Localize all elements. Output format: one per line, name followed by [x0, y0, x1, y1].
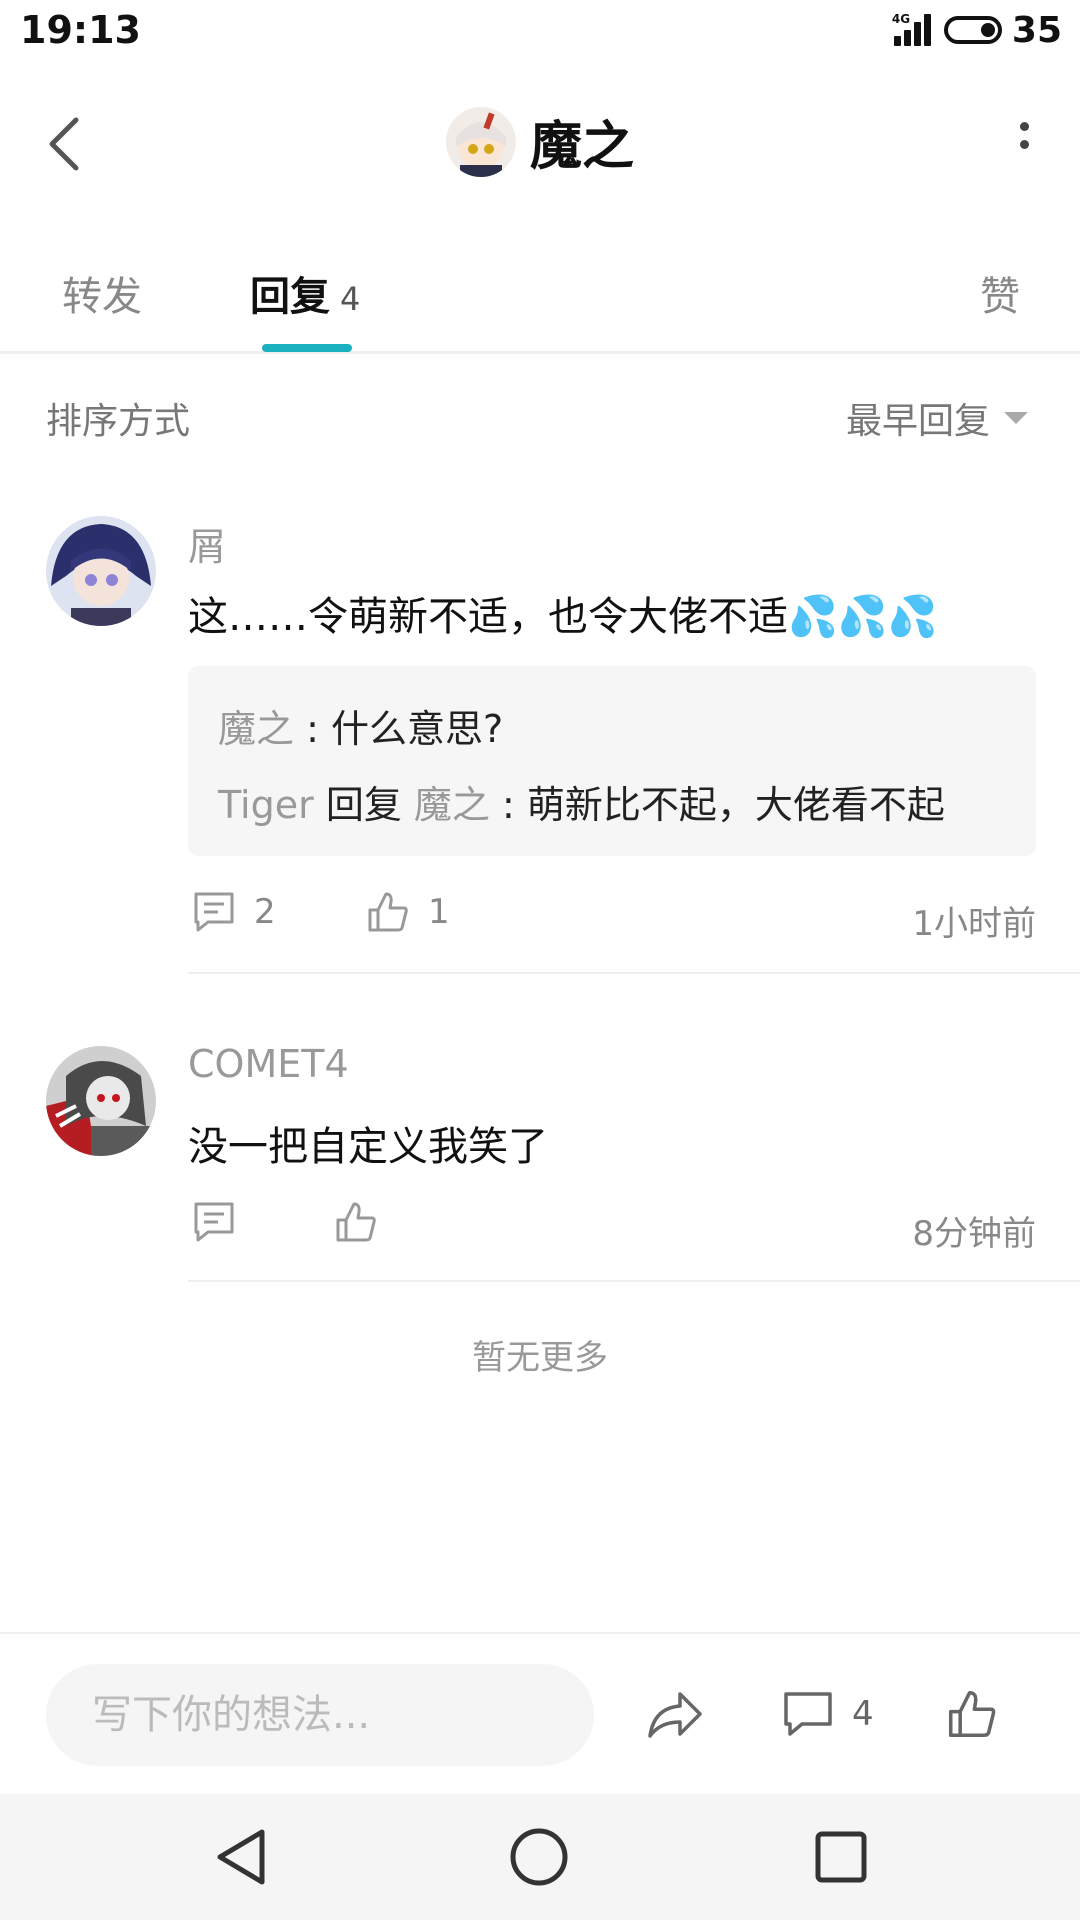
divider — [188, 1280, 1080, 1282]
tab-reply[interactable]: 回复 4 — [250, 264, 360, 322]
reply-separator: : — [294, 707, 331, 751]
like-count: 1 — [428, 892, 450, 932]
reply-button[interactable]: 2 — [192, 890, 276, 934]
reply-line: Tiger 回复 魔之 : 萌新比不起，大佬看不起 — [218, 774, 945, 829]
comment-actions: 8分钟前 — [188, 1200, 1036, 1260]
status-bar: 19:13 4G 35 — [0, 0, 1080, 60]
tab-bar: 转发 回复 4 赞 — [0, 230, 1080, 354]
tab-label: 赞 — [980, 274, 1020, 320]
thumbs-up-icon — [948, 1690, 996, 1738]
circle-home-icon — [510, 1828, 568, 1886]
sort-label: 排序方式 — [46, 401, 191, 442]
header: 魔之 — [0, 60, 1080, 230]
share-arrow-icon — [648, 1692, 702, 1738]
reply-user[interactable]: 魔之 — [218, 707, 294, 751]
comment-count: 4 — [852, 1694, 874, 1734]
share-button[interactable] — [646, 1688, 704, 1740]
more-options-button[interactable] — [1014, 122, 1034, 166]
author-avatar[interactable] — [445, 106, 516, 177]
dot — [1019, 140, 1029, 149]
nav-recents-button[interactable] — [808, 1824, 874, 1890]
reply-button[interactable] — [192, 1200, 254, 1244]
like-button[interactable]: 1 — [366, 890, 450, 934]
comment-item: 屑 这……令萌新不适，也令大佬不适💦💦💦 魔之 : 什么意思? Tiger 回复… — [0, 476, 1080, 976]
square-recents-icon — [815, 1831, 867, 1883]
reply-count: 2 — [254, 892, 276, 932]
avatar[interactable] — [46, 516, 156, 626]
reply-preview[interactable]: 魔之 : 什么意思? Tiger 回复 魔之 : 萌新比不起，大佬看不起 — [188, 666, 1036, 856]
signal-icon: 4G — [890, 10, 936, 50]
no-more-label: 暂无更多 — [472, 1338, 608, 1378]
battery-level: 35 — [1011, 9, 1062, 51]
system-nav-bar — [0, 1794, 1080, 1920]
triangle-back-icon — [217, 1829, 265, 1885]
battery-icon — [943, 16, 1002, 44]
comment-time: 1小时前 — [912, 904, 1036, 944]
bottom-action-bar: 4 — [0, 1632, 1080, 1792]
comment-username[interactable]: 屑 — [188, 516, 226, 571]
sort-dropdown[interactable]: 最早回复 — [846, 392, 1028, 444]
status-indicators: 4G 35 — [890, 9, 1062, 51]
thumbs-up-icon — [336, 1202, 376, 1242]
network-type: 4G — [891, 12, 911, 26]
comment-icon — [784, 1692, 832, 1736]
comment-time: 8分钟前 — [912, 1214, 1036, 1254]
reply-verb: 回复 — [313, 783, 414, 827]
tab-label: 转发 — [62, 274, 142, 320]
reply-text: 什么意思? — [330, 707, 504, 751]
comment-item: COMET4 没一把自定义我笑了 8分钟前 — [0, 976, 1080, 1286]
reply-user[interactable]: Tiger — [218, 783, 314, 827]
thumbs-up-icon — [368, 892, 408, 932]
comments-button[interactable]: 4 — [782, 1688, 874, 1740]
dot — [1019, 122, 1029, 131]
comment-input[interactable] — [46, 1664, 594, 1766]
tab-like[interactable]: 赞 — [980, 264, 1020, 322]
caret-down-icon — [1004, 412, 1028, 424]
reply-text: 萌新比不起，大佬看不起 — [526, 783, 945, 827]
comment-actions: 2 1 1小时前 — [188, 890, 1036, 950]
active-tab-indicator — [262, 344, 352, 352]
comment-icon — [194, 892, 234, 932]
sort-row: 排序方式 最早回复 — [0, 356, 1080, 476]
tab-forward[interactable]: 转发 — [62, 264, 142, 322]
divider — [188, 972, 1080, 974]
tab-count: 4 — [340, 280, 361, 318]
tab-label: 回复 — [250, 274, 330, 320]
nav-home-button[interactable] — [506, 1824, 572, 1890]
sort-selected: 最早回复 — [845, 401, 990, 442]
avatar[interactable] — [46, 1046, 156, 1156]
like-post-button[interactable] — [946, 1688, 998, 1740]
reply-separator: : — [489, 783, 527, 827]
like-button[interactable] — [334, 1200, 396, 1244]
title-wrap: 魔之 — [0, 104, 1080, 179]
page-title: 魔之 — [529, 117, 634, 177]
comment-text: 这……令萌新不适，也令大佬不适💦💦💦 — [188, 594, 938, 640]
reply-line: 魔之 : 什么意思? — [218, 698, 503, 753]
reply-target-user[interactable]: 魔之 — [414, 783, 490, 827]
comment-icon — [194, 1202, 234, 1242]
status-time: 19:13 — [20, 8, 141, 52]
nav-back-button[interactable] — [208, 1824, 274, 1890]
comment-text: 没一把自定义我笑了 — [188, 1124, 548, 1170]
comment-username[interactable]: COMET4 — [188, 1042, 349, 1086]
